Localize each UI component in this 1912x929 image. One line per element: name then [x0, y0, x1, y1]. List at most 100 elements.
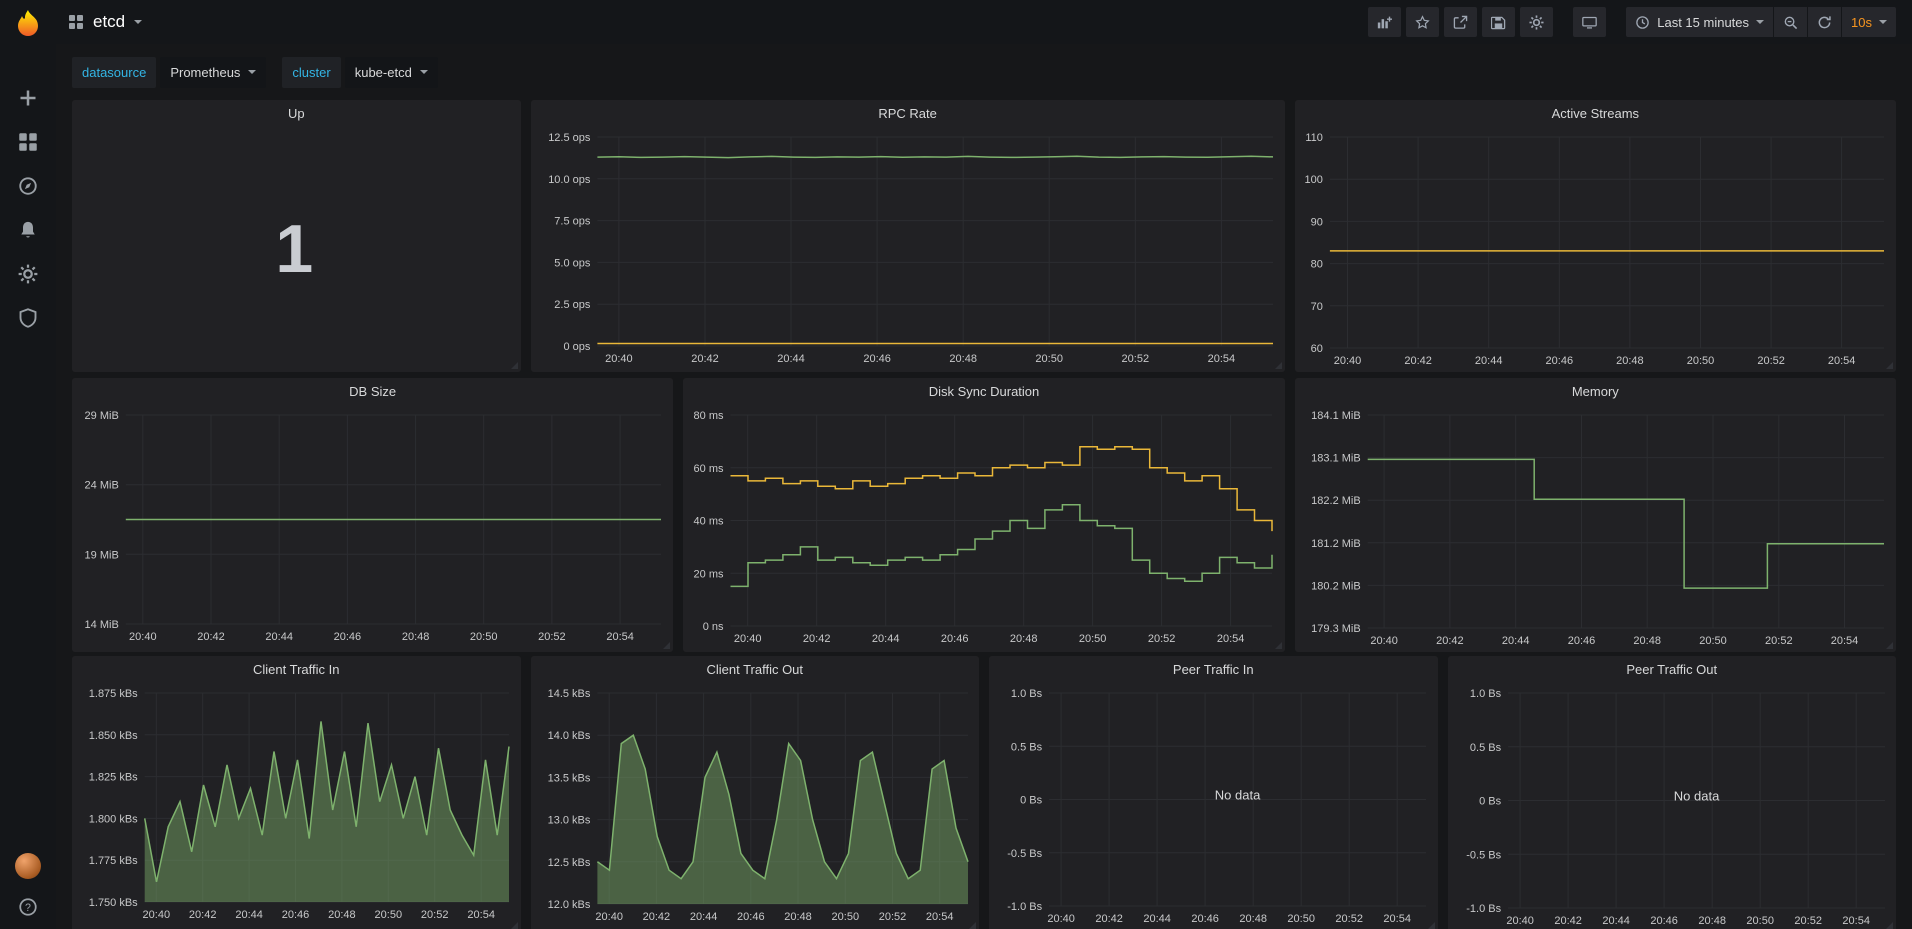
- caret-down-icon: [420, 70, 428, 74]
- svg-text:2.5 ops: 2.5 ops: [554, 299, 591, 311]
- grafana-logo-icon[interactable]: [10, 8, 46, 44]
- panel-title[interactable]: Client Traffic Out: [531, 656, 980, 683]
- gear-icon: [18, 264, 38, 284]
- svg-text:80: 80: [1310, 259, 1322, 271]
- zoom-out-button[interactable]: [1774, 7, 1807, 37]
- svg-text:13.5 kBs: 13.5 kBs: [547, 772, 590, 784]
- panel-title[interactable]: Peer Traffic Out: [1448, 656, 1897, 683]
- panel-client-traffic-out: Client Traffic Out 12.0 kBs12.5 kBs13.0 …: [531, 656, 980, 929]
- svg-text:20:52: 20:52: [1148, 633, 1176, 645]
- panel-rpc-rate: RPC Rate 0 ops2.5 ops5.0 ops7.5 ops10.0 …: [531, 100, 1285, 372]
- caret-down-icon: [134, 20, 142, 24]
- sidebar-item-dashboards[interactable]: [18, 132, 38, 152]
- svg-text:20:52: 20:52: [878, 911, 906, 923]
- dashboard-title-dropdown[interactable]: etcd: [68, 12, 142, 32]
- svg-text:20:44: 20:44: [1143, 913, 1171, 925]
- main-area: etcd: [56, 0, 1912, 929]
- svg-text:14 MiB: 14 MiB: [85, 619, 119, 631]
- panel-title[interactable]: DB Size: [72, 378, 673, 405]
- chart-svg: 0 ops2.5 ops5.0 ops7.5 ops10.0 ops12.5 o…: [535, 127, 1289, 368]
- chart-area[interactable]: -1.0 Bs-0.5 Bs0 Bs0.5 Bs1.0 Bs20:4020:42…: [1448, 683, 1897, 929]
- user-avatar[interactable]: [15, 853, 41, 879]
- favorite-button[interactable]: [1406, 7, 1439, 37]
- question-mark-icon: ?: [18, 897, 38, 917]
- refresh-button[interactable]: [1808, 7, 1841, 37]
- svg-text:20:44: 20:44: [235, 909, 263, 921]
- save-icon: [1491, 15, 1506, 30]
- svg-text:20:46: 20:46: [1650, 915, 1678, 927]
- svg-text:20:48: 20:48: [1698, 915, 1726, 927]
- svg-text:20:50: 20:50: [1699, 635, 1727, 647]
- panel-disk-sync-duration: Disk Sync Duration 0 ns20 ms40 ms60 ms80…: [683, 378, 1284, 652]
- svg-text:110: 110: [1305, 132, 1323, 144]
- svg-text:20 ms: 20 ms: [694, 568, 724, 580]
- time-range-label: Last 15 minutes: [1657, 15, 1749, 30]
- chart-area[interactable]: 6070809010011020:4020:4220:4420:4620:482…: [1295, 127, 1896, 372]
- variable-label: datasource: [72, 57, 156, 88]
- chart-area[interactable]: 12.0 kBs12.5 kBs13.0 kBs13.5 kBs14.0 kBs…: [531, 683, 980, 929]
- shield-icon: [18, 308, 38, 328]
- svg-text:20:52: 20:52: [421, 909, 449, 921]
- caret-down-icon: [1756, 20, 1764, 24]
- panel-title[interactable]: Memory: [1295, 378, 1896, 405]
- chart-area[interactable]: -1.0 Bs-0.5 Bs0 Bs0.5 Bs1.0 Bs20:4020:42…: [989, 683, 1438, 929]
- chart-area[interactable]: 1.750 kBs1.775 kBs1.800 kBs1.825 kBs1.85…: [72, 683, 521, 929]
- svg-text:181.2 MiB: 181.2 MiB: [1311, 538, 1361, 550]
- svg-text:182.2 MiB: 182.2 MiB: [1311, 495, 1361, 507]
- svg-text:20:42: 20:42: [197, 631, 225, 643]
- settings-button[interactable]: [1520, 7, 1553, 37]
- panel-title[interactable]: Client Traffic In: [72, 656, 521, 683]
- svg-text:60 ms: 60 ms: [694, 463, 724, 475]
- svg-text:20:46: 20:46: [1567, 635, 1595, 647]
- sidebar-item-configuration[interactable]: [18, 264, 38, 284]
- time-picker-button[interactable]: Last 15 minutes: [1626, 7, 1773, 37]
- chart-svg: 179.3 MiB180.2 MiB181.2 MiB182.2 MiB183.…: [1299, 405, 1900, 650]
- svg-text:20:46: 20:46: [1191, 913, 1219, 925]
- template-variables-row: datasource Prometheus cluster kube-etcd: [56, 44, 1912, 94]
- panel-title[interactable]: Up: [72, 100, 521, 127]
- star-icon: [1415, 15, 1430, 30]
- svg-text:12.5 ops: 12.5 ops: [548, 132, 591, 144]
- chart-area[interactable]: 0 ops2.5 ops5.0 ops7.5 ops10.0 ops12.5 o…: [531, 127, 1285, 372]
- svg-text:20:50: 20:50: [831, 911, 859, 923]
- navbar: etcd: [56, 0, 1912, 44]
- sidebar-item-server-admin[interactable]: [18, 308, 38, 328]
- svg-text:20:48: 20:48: [328, 909, 356, 921]
- svg-text:20:48: 20:48: [949, 353, 977, 365]
- caret-down-icon: [248, 70, 256, 74]
- panel-title[interactable]: Active Streams: [1295, 100, 1896, 127]
- chart-area[interactable]: 14 MiB19 MiB24 MiB29 MiB20:4020:4220:442…: [72, 405, 673, 652]
- share-button[interactable]: [1444, 7, 1477, 37]
- svg-text:20:40: 20:40: [605, 353, 633, 365]
- svg-text:20:46: 20:46: [282, 909, 310, 921]
- sidebar-item-explore[interactable]: [18, 176, 38, 196]
- refresh-interval-dropdown[interactable]: 10s: [1842, 7, 1896, 37]
- panel-peer-traffic-out: Peer Traffic Out -1.0 Bs-0.5 Bs0 Bs0.5 B…: [1448, 656, 1897, 929]
- variable-value-dropdown[interactable]: kube-etcd: [345, 57, 438, 88]
- panel-peer-traffic-in: Peer Traffic In -1.0 Bs-0.5 Bs0 Bs0.5 Bs…: [989, 656, 1438, 929]
- chart-area[interactable]: 179.3 MiB180.2 MiB181.2 MiB182.2 MiB183.…: [1295, 405, 1896, 652]
- chart-area[interactable]: 0 ns20 ms40 ms60 ms80 ms20:4020:4220:442…: [683, 405, 1284, 652]
- svg-text:179.3 MiB: 179.3 MiB: [1311, 623, 1361, 635]
- add-panel-button[interactable]: [1368, 7, 1401, 37]
- share-icon: [1453, 15, 1468, 30]
- panel-memory: Memory 179.3 MiB180.2 MiB181.2 MiB182.2 …: [1295, 378, 1896, 652]
- svg-text:20:42: 20:42: [642, 911, 670, 923]
- sidebar-item-help[interactable]: ?: [18, 897, 38, 917]
- svg-text:20:46: 20:46: [737, 911, 765, 923]
- panel-title[interactable]: Disk Sync Duration: [683, 378, 1284, 405]
- panel-title[interactable]: RPC Rate: [531, 100, 1285, 127]
- svg-text:20:42: 20:42: [691, 353, 719, 365]
- panel-title[interactable]: Peer Traffic In: [989, 656, 1438, 683]
- cycle-view-mode-button[interactable]: [1573, 7, 1606, 37]
- svg-text:0.5 Bs: 0.5 Bs: [1469, 742, 1501, 754]
- sidebar-item-alerting[interactable]: [18, 220, 38, 240]
- save-button[interactable]: [1482, 7, 1515, 37]
- svg-text:20:50: 20:50: [375, 909, 403, 921]
- svg-text:20:52: 20:52: [1765, 635, 1793, 647]
- svg-text:20:46: 20:46: [334, 631, 362, 643]
- variable-value-dropdown[interactable]: Prometheus: [160, 57, 266, 88]
- svg-text:20:40: 20:40: [129, 631, 157, 643]
- svg-text:20:48: 20:48: [1616, 355, 1644, 367]
- sidebar-item-create[interactable]: [18, 88, 38, 108]
